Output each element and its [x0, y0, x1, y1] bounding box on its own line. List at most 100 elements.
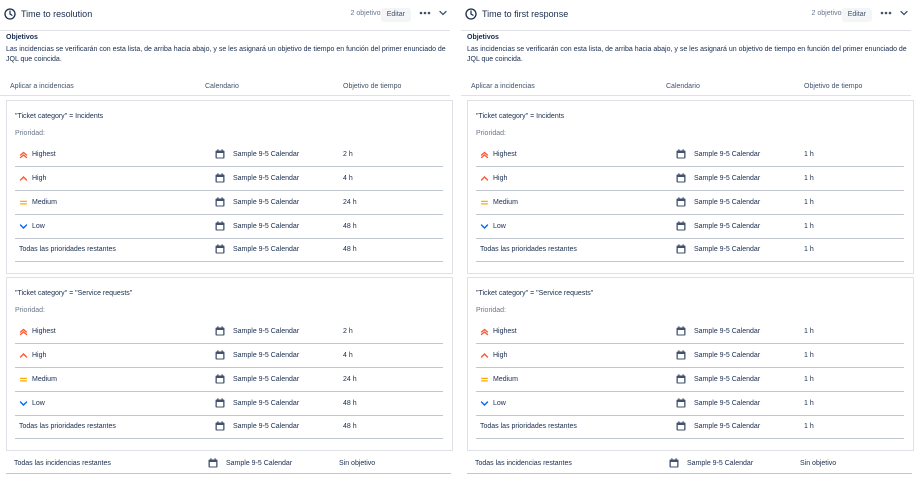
jql-goal-group: "Ticket category" = Incidents Prioridad:… — [6, 100, 453, 274]
column-apply: Aplicar a incidencias — [471, 83, 535, 90]
priority-goal-row[interactable]: Medium Sample 9-5 Calendar 24 h — [15, 191, 443, 215]
priority-name: Medium — [493, 199, 518, 206]
priority-goal-row[interactable]: Low Sample 9-5 Calendar 1 h — [476, 215, 904, 239]
calendar-name: Sample 9-5 Calendar — [694, 400, 761, 407]
calendar-name: Sample 9-5 Calendar — [233, 328, 300, 335]
medium-priority-icon — [20, 200, 27, 205]
priority-goal-row[interactable]: Low Sample 9-5 Calendar 48 h — [15, 392, 443, 416]
priority-goal-row[interactable]: High Sample 9-5 Calendar 1 h — [476, 167, 904, 191]
priority-goal-row[interactable]: Medium Sample 9-5 Calendar 1 h — [476, 368, 904, 392]
priority-goal-row[interactable]: Medium Sample 9-5 Calendar 24 h — [15, 368, 443, 392]
more-icon[interactable] — [879, 6, 893, 20]
calendar-name: Sample 9-5 Calendar — [233, 400, 300, 407]
time-goal: Sin objetivo — [339, 460, 376, 467]
priority-goal-row[interactable]: Highest Sample 9-5 Calendar 1 h — [476, 320, 904, 344]
column-goal: Objetivo de tiempo — [343, 83, 402, 90]
priority-goal-row[interactable]: High Sample 9-5 Calendar 1 h — [476, 344, 904, 368]
calendar-name: Sample 9-5 Calendar — [694, 175, 761, 182]
priority-name: High — [493, 352, 508, 359]
high-priority-icon — [480, 176, 489, 181]
time-goal: 1 h — [804, 246, 814, 253]
calendar-name: Sample 9-5 Calendar — [694, 199, 761, 206]
priority-goal-row[interactable]: Todas las prioridades restantes Sample 9… — [476, 238, 904, 262]
priority-label: Prioridad: — [476, 307, 506, 314]
priority-name: Highest — [493, 328, 517, 335]
jql-goal-group: "Ticket category" = Incidents Prioridad:… — [467, 100, 914, 274]
edit-button[interactable]: Editar — [380, 8, 411, 22]
calendar-name: Sample 9-5 Calendar — [694, 151, 761, 158]
priority-name: Highest — [493, 151, 517, 158]
priority-goal-row[interactable]: Highest Sample 9-5 Calendar 1 h — [476, 143, 904, 167]
calendar-name: Sample 9-5 Calendar — [233, 175, 300, 182]
priority-goal-row[interactable]: Medium Sample 9-5 Calendar 1 h — [476, 191, 904, 215]
calendar-icon — [676, 350, 686, 360]
priority-goal-row[interactable]: Todas las prioridades restantes Sample 9… — [15, 415, 443, 439]
panel-header: Time to resolution 2 objetivos Editar — [0, 0, 450, 31]
calendar-icon — [215, 374, 225, 384]
chevron-down-icon[interactable] — [438, 8, 448, 18]
remaining-issues-row[interactable]: Todas las incidencias restantes Sample 9… — [6, 453, 451, 474]
calendar-icon — [676, 173, 686, 183]
jql-goal-group: "Ticket category" = "Service requests" P… — [467, 277, 914, 451]
medium-priority-icon — [481, 377, 488, 382]
panel-title: Time to first response — [482, 9, 569, 19]
calendar-icon — [215, 149, 225, 159]
calendar-icon — [676, 149, 686, 159]
time-goal: 1 h — [804, 223, 814, 230]
low-priority-icon — [19, 401, 28, 406]
priority-name: Medium — [32, 199, 57, 206]
time-goal: 1 h — [804, 423, 814, 430]
sla-panel: Time to first response 2 objetivos Edita… — [461, 0, 914, 480]
priority-name: Low — [32, 223, 45, 230]
calendar-icon — [215, 244, 225, 254]
priority-goal-row[interactable]: Highest Sample 9-5 Calendar 2 h — [15, 320, 443, 344]
column-headers: Aplicar a incidencias Calendario Objetiv… — [461, 79, 911, 96]
low-priority-icon — [480, 401, 489, 406]
priority-label: Prioridad: — [476, 130, 506, 137]
priority-name: Low — [493, 223, 506, 230]
calendar-name: Sample 9-5 Calendar — [694, 352, 761, 359]
clock-icon — [465, 8, 477, 20]
calendar-icon — [669, 458, 679, 468]
priority-name: Todas las prioridades restantes — [19, 423, 116, 430]
priority-goal-row[interactable]: High Sample 9-5 Calendar 4 h — [15, 167, 443, 191]
calendar-icon — [676, 374, 686, 384]
priority-name: Medium — [493, 376, 518, 383]
column-goal: Objetivo de tiempo — [804, 83, 863, 90]
calendar-icon — [208, 458, 218, 468]
priority-goal-row[interactable]: Highest Sample 9-5 Calendar 2 h — [15, 143, 443, 167]
time-goal: 2 h — [343, 151, 353, 158]
priority-goal-row[interactable]: High Sample 9-5 Calendar 4 h — [15, 344, 443, 368]
remaining-issues-label: Todas las incidencias restantes — [14, 460, 111, 467]
priority-name: Todas las prioridades restantes — [480, 246, 577, 253]
time-goal: 1 h — [804, 199, 814, 206]
priority-goal-row[interactable]: Low Sample 9-5 Calendar 48 h — [15, 215, 443, 239]
chevron-down-icon[interactable] — [899, 8, 909, 18]
calendar-icon — [215, 350, 225, 360]
calendar-icon — [215, 197, 225, 207]
priority-goal-row[interactable]: Low Sample 9-5 Calendar 1 h — [476, 392, 904, 416]
time-goal: 4 h — [343, 175, 353, 182]
time-goal: 1 h — [804, 400, 814, 407]
calendar-icon — [676, 326, 686, 336]
more-icon[interactable] — [418, 6, 432, 20]
time-goal: 2 h — [343, 328, 353, 335]
low-priority-icon — [19, 224, 28, 229]
remaining-issues-label: Todas las incidencias restantes — [475, 460, 572, 467]
priority-goal-row[interactable]: Todas las prioridades restantes Sample 9… — [15, 238, 443, 262]
calendar-icon — [676, 244, 686, 254]
priority-name: Low — [32, 400, 45, 407]
calendar-icon — [215, 421, 225, 431]
calendar-name: Sample 9-5 Calendar — [233, 423, 300, 430]
edit-button[interactable]: Editar — [841, 8, 872, 22]
priority-name: High — [32, 175, 47, 182]
calendar-icon — [215, 326, 225, 336]
time-goal: 1 h — [804, 376, 814, 383]
calendar-name: Sample 9-5 Calendar — [233, 151, 300, 158]
priority-name: Medium — [32, 376, 57, 383]
time-goal: 24 h — [343, 376, 357, 383]
priority-goal-row[interactable]: Todas las prioridades restantes Sample 9… — [476, 415, 904, 439]
medium-priority-icon — [481, 200, 488, 205]
time-goal: Sin objetivo — [800, 460, 837, 467]
remaining-issues-row[interactable]: Todas las incidencias restantes Sample 9… — [467, 453, 912, 474]
